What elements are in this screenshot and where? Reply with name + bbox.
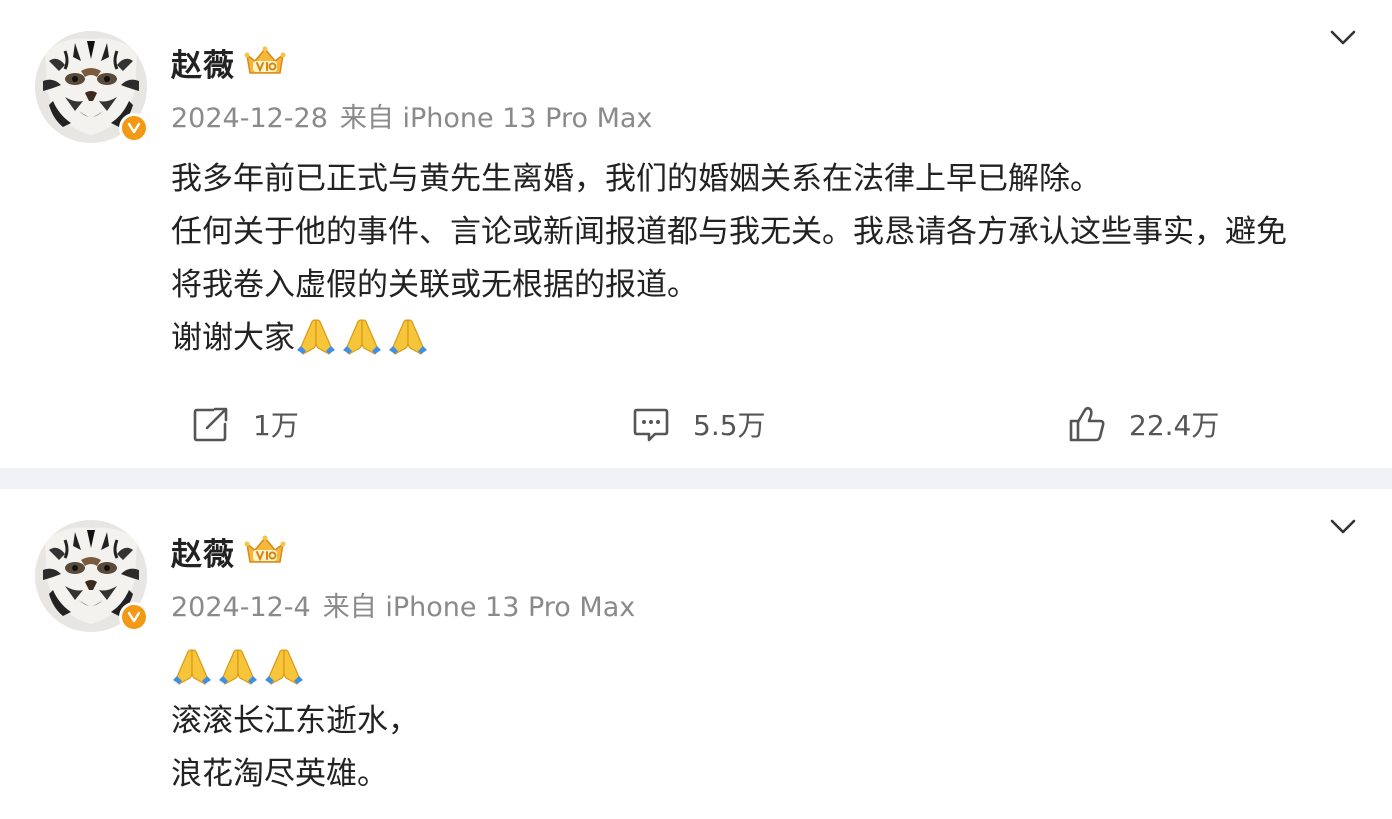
content-line: 我多年前已正式与黄先生离婚，我们的婚姻关系在法律上早已解除。 — [171, 161, 1101, 197]
prayer-hands-emoji — [171, 646, 213, 686]
repost-icon — [191, 404, 231, 444]
weibo-post: 赵薇 2024-12-28 来自 iPhone 13 Pro Max 我多年前已正… — [0, 0, 1392, 468]
content-line-with-emoji: 谢谢大家 — [171, 312, 1371, 365]
content-line-text: 谢谢大家 — [171, 320, 295, 356]
avatar[interactable] — [35, 31, 149, 143]
username[interactable]: 赵薇 — [171, 529, 235, 574]
post-source: 来自 iPhone 13 Pro Max — [339, 103, 653, 134]
post-date[interactable]: 2024-12-4 — [171, 592, 311, 623]
comment-count: 5.5万 — [693, 409, 766, 442]
chevron-down-icon[interactable] — [1328, 26, 1358, 50]
verified-badge-icon — [119, 113, 149, 143]
like-button[interactable]: 22.4万 — [1067, 396, 1219, 452]
post-content: 我多年前已正式与黄先生离婚，我们的婚姻关系在法律上早已解除。 任何关于他的事件、… — [171, 153, 1371, 365]
chevron-down-icon[interactable] — [1328, 515, 1358, 539]
post-date[interactable]: 2024-12-28 — [171, 103, 328, 134]
post-header: 赵薇 — [171, 529, 287, 574]
verified-badge-icon — [119, 602, 149, 632]
post-source: 来自 iPhone 13 Pro Max — [322, 592, 636, 623]
post-meta: 2024-12-28 来自 iPhone 13 Pro Max — [171, 96, 652, 135]
weibo-post: 赵薇 2024-12-4 来自 iPhone 13 Pro Max 滚滚长江东逝水… — [0, 489, 1392, 819]
content-line: 浪花淘尽英雄。 — [171, 756, 388, 792]
vip-crown-badge-icon[interactable] — [243, 45, 287, 79]
post-header: 赵薇 — [171, 40, 287, 85]
vip-crown-badge-icon[interactable] — [243, 534, 287, 568]
post-meta: 2024-12-4 来自 iPhone 13 Pro Max — [171, 585, 635, 624]
content-line: 滚滚长江东逝水， — [171, 703, 419, 739]
prayer-hands-emoji — [295, 316, 337, 356]
weibo-feed: 赵薇 2024-12-28 来自 iPhone 13 Pro Max 我多年前已正… — [0, 0, 1392, 819]
like-count: 22.4万 — [1129, 409, 1220, 442]
comment-button[interactable]: 5.5万 — [631, 396, 766, 452]
prayer-hands-emoji — [217, 646, 259, 686]
post-content: 滚滚长江东逝水， 浪花淘尽英雄。 — [171, 642, 1371, 801]
username[interactable]: 赵薇 — [171, 40, 235, 85]
avatar[interactable] — [35, 520, 149, 632]
repost-button[interactable]: 1万 — [191, 396, 299, 452]
prayer-hands-emoji — [341, 316, 383, 356]
repost-count: 1万 — [253, 409, 299, 442]
comment-icon — [631, 404, 671, 444]
emoji-line — [171, 642, 1371, 695]
thumbs-up-icon — [1067, 404, 1107, 444]
post-actions: 1万 5.5万 22.4万 — [0, 396, 1392, 452]
prayer-hands-emoji — [263, 646, 305, 686]
content-line: 任何关于他的事件、言论或新闻报道都与我无关。我恳请各方承认这些事实，避免 — [171, 214, 1287, 250]
content-line: 将我卷入虚假的关联或无根据的报道。 — [171, 267, 698, 303]
prayer-hands-emoji — [387, 316, 429, 356]
